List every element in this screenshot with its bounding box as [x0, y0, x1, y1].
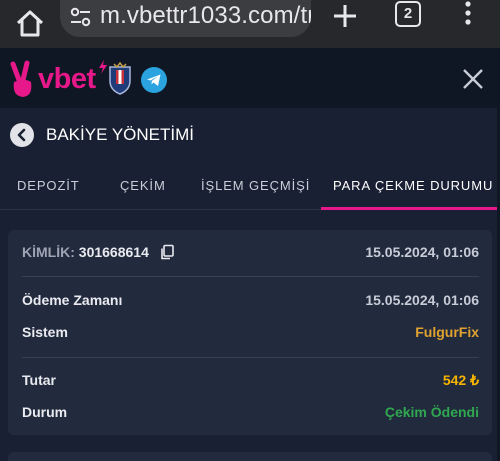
chevron-left-icon: [17, 128, 26, 142]
balance-management-panel: BAKİYE YÖNETİMİ DEPOZİT ÇEKİM İŞLEM GEÇM…: [0, 108, 497, 461]
tab-transaction-history[interactable]: İŞLEM GEÇMİŞİ: [201, 178, 310, 193]
browser-toolbar: m.vbettr1033.com/tr/ 2: [0, 0, 500, 48]
vbet-logo[interactable]: vbet: [38, 63, 96, 96]
close-icon[interactable]: [461, 67, 485, 91]
system-label: Sistem: [22, 324, 68, 340]
amount-value: 542 ₺: [442, 372, 479, 388]
tab-switcher-button[interactable]: 2: [395, 1, 421, 27]
payment-time-label: Ödeme Zamanı: [22, 292, 123, 308]
next-withdrawal-card: [8, 452, 492, 461]
id-label: KİMLİK:: [22, 244, 75, 260]
status-badge: Çekim Ödendi: [384, 404, 479, 420]
telegram-icon[interactable]: [141, 67, 167, 93]
id-row: KİMLİK: 301668614 15.05.2024, 01:06: [22, 244, 479, 266]
active-tab-indicator: [321, 207, 497, 210]
victory-hand-icon: [10, 60, 32, 97]
club-crest-icon: [109, 61, 131, 95]
created-at: 15.05.2024, 01:06: [365, 244, 479, 260]
payment-time-value: 15.05.2024, 01:06: [365, 292, 479, 308]
tab-bar: DEPOZİT ÇEKİM İŞLEM GEÇMİŞİ PARA ÇEKME D…: [0, 166, 497, 210]
withdrawal-card: KİMLİK: 301668614 15.05.2024, 01:06 Ödem…: [8, 230, 492, 435]
back-button[interactable]: [10, 123, 34, 147]
amount-label: Tutar: [22, 372, 56, 388]
url-text[interactable]: m.vbettr1033.com/tr/: [100, 2, 311, 30]
page-title: BAKİYE YÖNETİMİ: [46, 125, 195, 144]
copy-icon[interactable]: [159, 244, 175, 260]
system-value: FulgurFix: [415, 324, 479, 340]
status-row: Durum Çekim Ödendi: [22, 404, 479, 426]
tab-withdraw[interactable]: ÇEKİM: [120, 178, 166, 193]
payment-time-row: Ödeme Zamanı 15.05.2024, 01:06: [22, 292, 479, 314]
app-header: vbet: [0, 48, 500, 108]
new-tab-icon[interactable]: [331, 2, 359, 30]
divider: [22, 357, 479, 358]
system-row: Sistem FulgurFix: [22, 324, 479, 346]
home-icon[interactable]: [14, 8, 46, 40]
site-settings-icon[interactable]: [68, 4, 94, 30]
status-label: Durum: [22, 404, 68, 420]
tab-withdrawal-status[interactable]: PARA ÇEKME DURUMU: [333, 178, 493, 193]
divider: [22, 276, 479, 277]
address-bar[interactable]: m.vbettr1033.com/tr/: [60, 0, 311, 37]
tab-deposit[interactable]: DEPOZİT: [17, 178, 80, 193]
amount-row: Tutar 542 ₺: [22, 372, 479, 394]
more-menu-icon[interactable]: [462, 0, 474, 30]
transaction-id: 301668614: [78, 244, 149, 260]
panel-title-row: BAKİYE YÖNETİMİ: [0, 108, 497, 163]
